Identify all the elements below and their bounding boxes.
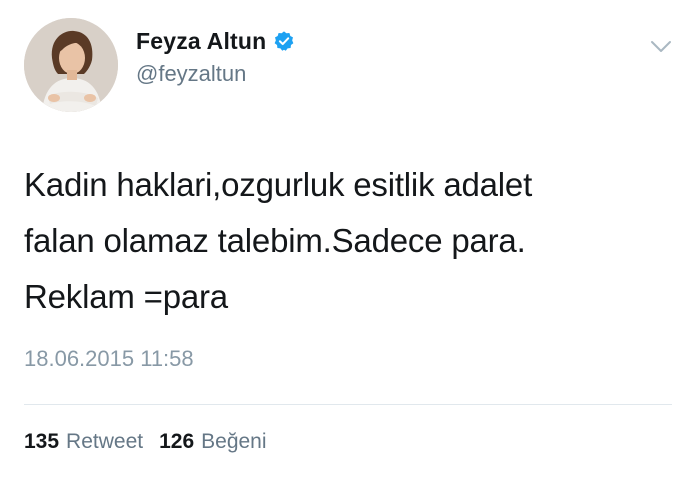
avatar[interactable] xyxy=(24,18,118,112)
like-stat[interactable]: 126 Beğeni xyxy=(159,430,266,454)
retweet-count: 135 xyxy=(24,430,60,453)
retweet-stat[interactable]: 135 Retweet xyxy=(24,430,143,454)
divider xyxy=(24,404,672,405)
tweet-timestamp[interactable]: 18.06.2015 11:58 xyxy=(24,346,194,372)
chevron-down-icon[interactable] xyxy=(650,40,672,54)
tweet-text: Kadin haklari,ozgurluk esitlik adalet fa… xyxy=(24,157,664,325)
name-row: Feyza Altun xyxy=(136,28,295,55)
tweet-text-line: falan olamaz talebim.Sadece para. xyxy=(24,222,526,259)
tweet-header: Feyza Altun @feyzaltun xyxy=(24,18,295,112)
display-name[interactable]: Feyza Altun xyxy=(136,28,266,55)
tweet-text-line: Kadin haklari,ozgurluk esitlik adalet xyxy=(24,166,533,203)
tweet-text-line: Reklam =para xyxy=(24,278,228,315)
tweet-stats: 135 Retweet 126 Beğeni xyxy=(24,430,267,454)
user-handle[interactable]: @feyzaltun xyxy=(136,61,295,87)
verified-badge-icon xyxy=(273,30,295,52)
retweet-label: Retweet xyxy=(66,430,144,453)
tweet-card: Feyza Altun @feyzaltun Kadin haklari,ozg… xyxy=(0,0,690,480)
user-info: Feyza Altun @feyzaltun xyxy=(136,28,295,87)
like-label: Beğeni xyxy=(201,430,267,453)
like-count: 126 xyxy=(159,430,195,453)
